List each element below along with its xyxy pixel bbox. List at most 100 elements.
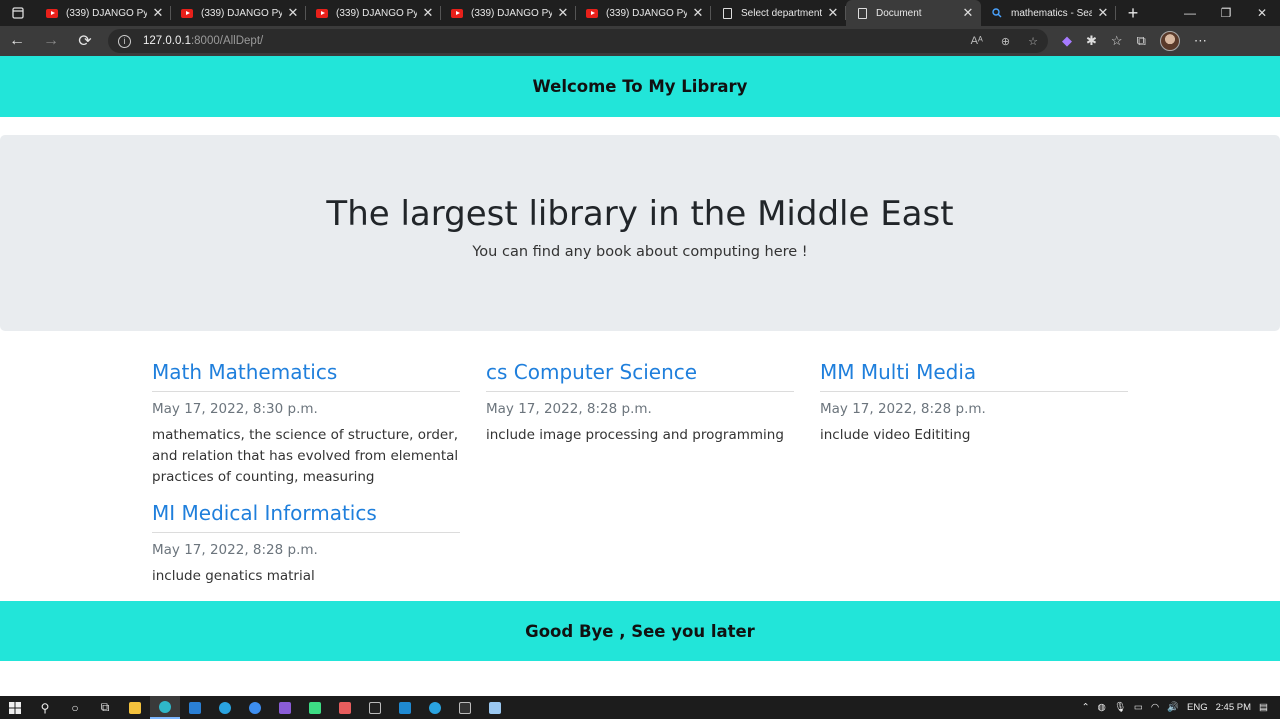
department-link[interactable]: cs Computer Science [486,360,794,392]
department-date: May 17, 2022, 8:28 p.m. [486,401,652,417]
forward-button[interactable]: → [34,26,68,56]
department-card: MM Multi Media May 17, 2022, 8:28 p.m. i… [820,360,1128,446]
close-window-icon[interactable]: ✕ [1244,0,1280,26]
department-link[interactable]: Math Mathematics [152,360,460,392]
refresh-button[interactable]: ⟳ [68,26,102,56]
tab-title: (339) DJANGO Pyth [336,7,417,19]
department-card: cs Computer Science May 17, 2022, 8:28 p… [486,360,794,446]
favorite-add-icon[interactable]: ☆ [1028,35,1038,48]
url-input[interactable]: i 127.0.0.1:8000/AllDept/ Aᴬ ⊕ ☆ [108,29,1048,53]
extensions-puzzle-icon[interactable]: ✱ [1086,33,1097,49]
favorites-icon[interactable]: ☆ [1111,33,1123,49]
tab-title: Document [876,7,922,19]
windows-taskbar: ⚲ ○ ⧉ ⌃ ◍ 🎙 ▭ ◠ 🔊 ENG 2:45 PM ▤ [0,696,1280,719]
department-card: MI Medical Informatics May 17, 2022, 8:2… [152,501,460,587]
new-tab-button[interactable]: + [1120,3,1146,24]
cortana-icon[interactable]: ○ [60,696,90,719]
clock[interactable]: 2:45 PM [1216,702,1251,713]
microphone-icon[interactable]: 🎙 [1114,702,1126,713]
document-icon [856,7,868,19]
close-icon[interactable]: ✕ [286,5,300,21]
profile-avatar[interactable] [1159,31,1180,51]
close-icon[interactable]: ✕ [691,5,705,21]
tab-actions-icon[interactable] [0,0,36,26]
youtube-icon [451,7,463,19]
tab-title: Select department [741,7,822,19]
network-icon[interactable]: ◍ [1098,702,1106,713]
wifi-icon[interactable]: ◠ [1151,702,1159,713]
file-explorer-icon[interactable] [120,696,150,719]
close-icon[interactable]: ✕ [421,5,435,21]
department-link[interactable]: MI Medical Informatics [152,501,460,533]
telegram-icon[interactable] [210,696,240,719]
volume-icon[interactable]: 🔊 [1167,702,1179,713]
department-description: mathematics, the science of structure, o… [152,427,459,485]
language-indicator[interactable]: ENG [1187,702,1208,713]
tab-title: (339) DJANGO Pyth [606,7,687,19]
jumbotron: The largest library in the Middle East Y… [0,135,1280,331]
browser-tab[interactable]: mathematics - Sea ✕ [981,0,1116,26]
minimize-icon[interactable]: — [1172,0,1208,26]
visual-studio-icon[interactable] [270,696,300,719]
read-aloud-icon[interactable]: Aᴬ [971,35,983,48]
department-date: May 17, 2022, 8:28 p.m. [152,542,318,558]
address-bar-row: ← → ⟳ i 127.0.0.1:8000/AllDept/ Aᴬ ⊕ ☆ ◆… [0,26,1280,56]
battery-icon[interactable]: ▭ [1134,702,1143,713]
chevron-up-icon[interactable]: ⌃ [1082,702,1090,713]
task-view-icon[interactable]: ⧉ [90,696,120,719]
close-icon[interactable]: ✕ [961,5,975,21]
youtube-icon [586,7,598,19]
tab-title: (339) DJANGO Pyth [471,7,552,19]
browser-tab[interactable]: (339) DJANGO Pyth ✕ [171,0,306,26]
jumbotron-title: The largest library in the Middle East [326,194,954,234]
window-controls: — ❐ ✕ [1172,0,1280,26]
restore-icon[interactable]: ❐ [1208,0,1244,26]
web-page: Welcome To My Library The largest librar… [0,56,1280,696]
department-description: include image processing and programming [486,427,784,443]
telegram-icon[interactable] [420,696,450,719]
browser-tab[interactable]: (339) DJANGO Pyth ✕ [306,0,441,26]
department-date: May 17, 2022, 8:30 p.m. [152,401,318,417]
department-link[interactable]: MM Multi Media [820,360,1128,392]
document-icon [721,7,733,19]
system-tray: ⌃ ◍ 🎙 ▭ ◠ 🔊 ENG 2:45 PM ▤ [1082,702,1280,713]
extension-icon[interactable]: ◆ [1062,33,1072,49]
jumbotron-subtitle: You can find any book about computing he… [472,244,808,260]
url-host: 127.0.0.1 [143,35,191,47]
paint-icon[interactable] [330,696,360,719]
close-icon[interactable]: ✕ [556,5,570,21]
chrome-icon[interactable] [240,696,270,719]
pycharm-icon[interactable] [360,696,390,719]
tab-title: (339) DJANGO Pyth [201,7,282,19]
edge-browser-icon[interactable] [150,696,180,719]
tab-title: mathematics - Sea [1011,7,1092,19]
browser-tab[interactable]: (339) DJANGO Pyth ✕ [441,0,576,26]
footer-text: Good Bye , See you later [525,621,755,641]
collections-icon[interactable]: ⧉ [1137,33,1146,49]
tab-title: (339) DJANGO Pyth [66,7,147,19]
terminal-icon[interactable] [450,696,480,719]
department-date: May 17, 2022, 8:28 p.m. [820,401,986,417]
notification-icon[interactable]: ▤ [1259,702,1268,713]
browser-tab[interactable]: (339) DJANGO Pyth ✕ [576,0,711,26]
header-banner: Welcome To My Library [0,56,1280,117]
browser-tab[interactable]: (339) DJANGO Pyth ✕ [36,0,171,26]
close-icon[interactable]: ✕ [826,5,840,21]
browser-tab-active[interactable]: Document ✕ [846,0,981,26]
notepad-icon[interactable] [480,696,510,719]
browser-tab-bar: (339) DJANGO Pyth ✕ (339) DJANGO Pyth ✕ … [0,0,1280,26]
more-menu-icon[interactable]: ⋯ [1194,33,1207,49]
vscode-icon[interactable] [390,696,420,719]
close-icon[interactable]: ✕ [1096,5,1110,21]
search-icon[interactable]: ⚲ [30,696,60,719]
mail-icon[interactable] [180,696,210,719]
back-button[interactable]: ← [0,26,34,56]
browser-tab[interactable]: Select department ✕ [711,0,846,26]
android-studio-icon[interactable] [300,696,330,719]
department-description: include genatics matrial [152,568,315,584]
zoom-icon[interactable]: ⊕ [1001,35,1010,48]
header-text: Welcome To My Library [532,77,748,96]
close-icon[interactable]: ✕ [151,5,165,21]
site-info-icon[interactable]: i [118,34,131,48]
windows-start-icon[interactable] [0,696,30,719]
